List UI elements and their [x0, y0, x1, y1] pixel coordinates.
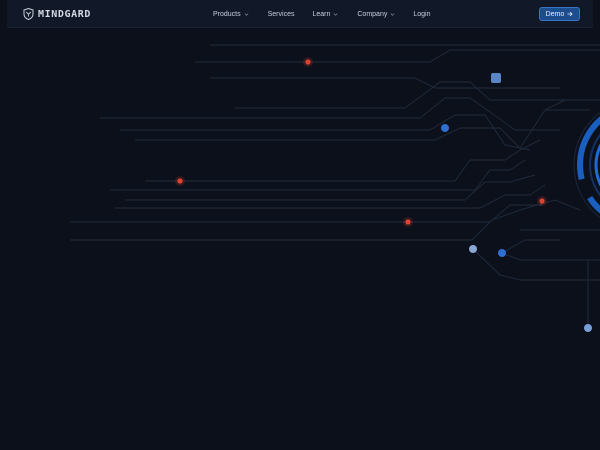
brand-logo[interactable]: MINDGARD — [23, 7, 91, 21]
chevron-down-icon — [390, 12, 395, 16]
circuit-background — [70, 44, 600, 332]
circuit-traces — [70, 44, 600, 328]
nav-item-login[interactable]: Login — [413, 11, 430, 18]
node-red-glow — [403, 217, 413, 227]
nav-item-products[interactable]: Products — [213, 11, 249, 18]
shield-logo-icon — [23, 8, 34, 20]
node-blue — [498, 249, 506, 257]
arrow-right-icon — [567, 11, 573, 17]
chevron-down-icon — [333, 12, 338, 16]
top-navbar: MINDGARD Products Services Learn Company… — [7, 0, 593, 28]
nav-item-label: Company — [357, 10, 388, 18]
nav-item-label: Products — [213, 10, 241, 18]
page: MINDGARD Products Services Learn Company… — [0, 0, 600, 450]
brand-name: MINDGARD — [38, 8, 91, 20]
node-red-glow — [303, 57, 313, 67]
nav-item-learn[interactable]: Learn — [312, 11, 338, 18]
node-square-blue — [491, 73, 501, 83]
demo-button[interactable]: Demo — [539, 7, 580, 21]
primary-nav: Products Services Learn Company Login — [213, 0, 430, 28]
radar-arcs — [573, 111, 600, 219]
nav-item-label: Login — [413, 10, 431, 18]
node-red-glow — [537, 196, 547, 206]
chevron-down-icon — [244, 12, 249, 16]
node-light-blue — [469, 245, 477, 253]
nav-item-company[interactable]: Company — [357, 11, 395, 18]
node-red-glow — [175, 176, 185, 186]
node-blue — [441, 124, 449, 132]
nav-item-label: Learn — [312, 10, 331, 18]
demo-button-label: Demo — [545, 10, 565, 18]
nav-item-services[interactable]: Services — [268, 11, 295, 18]
node-light-blue — [584, 324, 592, 332]
nav-item-label: Services — [267, 10, 295, 18]
